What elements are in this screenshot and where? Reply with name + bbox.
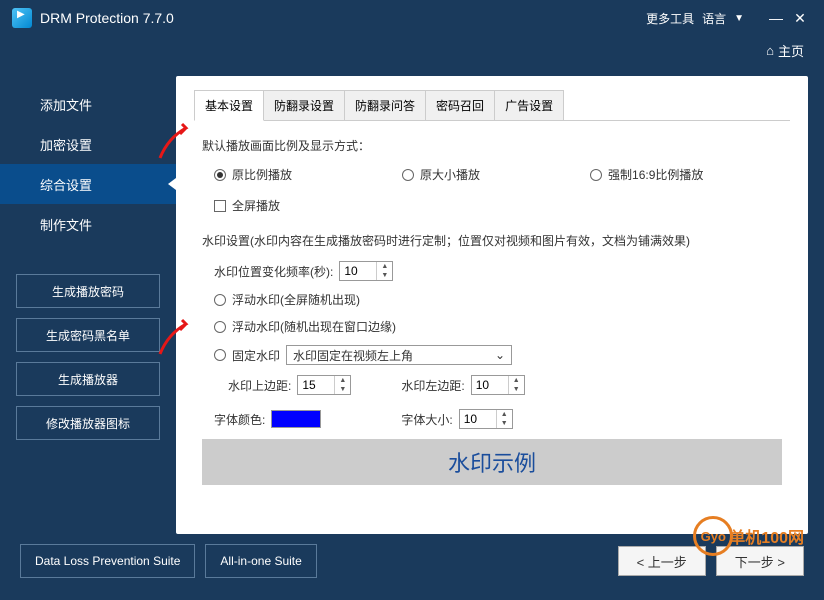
sidebar-item-add-file[interactable]: 添加文件 xyxy=(0,84,176,124)
font-size-spinner[interactable]: ▲▼ xyxy=(459,409,513,429)
titlebar: DRM Protection 7.7.0 更多工具 语言 ▼ — ✕ xyxy=(0,0,824,36)
gen-player-button[interactable]: 生成播放器 xyxy=(16,362,160,396)
home-link[interactable]: 主页 xyxy=(778,41,804,60)
language-link[interactable]: 语言 xyxy=(702,10,726,27)
annotation-arrow-icon xyxy=(158,122,198,160)
home-icon: ⌂ xyxy=(766,43,774,58)
font-size-label: 字体大小: xyxy=(401,411,452,428)
tab-basic[interactable]: 基本设置 xyxy=(194,90,264,121)
sidebar: 添加文件 加密设置 综合设置 制作文件 生成播放密码 生成密码黑名单 生成播放器… xyxy=(0,64,176,534)
site-watermark: Gyo 单机100网 xyxy=(693,516,804,556)
tabs: 基本设置 防翻录设置 防翻录问答 密码召回 广告设置 xyxy=(194,90,790,121)
app-logo-icon xyxy=(12,8,32,28)
sidebar-item-build[interactable]: 制作文件 xyxy=(0,204,176,244)
sidebar-item-encrypt[interactable]: 加密设置 xyxy=(0,124,176,164)
radio-fixed[interactable]: 固定水印 xyxy=(214,347,280,364)
radio-force-169[interactable]: 强制16:9比例播放 xyxy=(590,166,703,183)
dlp-suite-button[interactable]: Data Loss Prevention Suite xyxy=(20,544,195,578)
left-margin-spinner[interactable]: ▲▼ xyxy=(471,375,525,395)
minimize-button[interactable]: — xyxy=(764,10,788,26)
font-color-label: 字体颜色: xyxy=(214,411,265,428)
app-title: DRM Protection 7.7.0 xyxy=(40,10,646,26)
tab-antirecord[interactable]: 防翻录设置 xyxy=(263,90,345,120)
tab-ads[interactable]: 广告设置 xyxy=(494,90,564,120)
radio-float-edge[interactable]: 浮动水印(随机出现在窗口边缘) xyxy=(202,318,782,335)
radio-float-full[interactable]: 浮动水印(全屏随机出现) xyxy=(202,291,782,308)
fixed-position-select[interactable]: 水印固定在视频左上角⌄ xyxy=(286,345,512,365)
aio-suite-button[interactable]: All-in-one Suite xyxy=(205,544,316,578)
gen-password-button[interactable]: 生成播放密码 xyxy=(16,274,160,308)
watermark-preview: 水印示例 xyxy=(202,439,782,485)
top-margin-spinner[interactable]: ▲▼ xyxy=(297,375,351,395)
gen-blacklist-button[interactable]: 生成密码黑名单 xyxy=(16,318,160,352)
close-button[interactable]: ✕ xyxy=(788,10,812,27)
freq-spinner[interactable]: ▲▼ xyxy=(339,261,393,281)
modify-icon-button[interactable]: 修改播放器图标 xyxy=(16,406,160,440)
annotation-arrow-icon xyxy=(158,318,198,356)
checkbox-fullscreen[interactable]: 全屏播放 xyxy=(202,197,782,214)
watermark-label: 水印设置(水印内容在生成播放密码时进行定制；位置仅对视频和图片有效，文档为铺满效… xyxy=(202,232,782,249)
tab-antirecord-qa[interactable]: 防翻录问答 xyxy=(344,90,426,120)
tab-password-recall[interactable]: 密码召回 xyxy=(425,90,495,120)
content-panel: 基本设置 防翻录设置 防翻录问答 密码召回 广告设置 默认播放画面比例及显示方式… xyxy=(176,76,808,534)
left-margin-label: 水印左边距: xyxy=(401,377,464,394)
freq-label: 水印位置变化频率(秒): xyxy=(214,263,333,280)
radio-original-ratio[interactable]: 原比例播放 xyxy=(214,166,292,183)
top-margin-label: 水印上边距: xyxy=(228,377,291,394)
breadcrumb-bar: ⌂ 主页 xyxy=(0,36,824,64)
sidebar-item-general[interactable]: 综合设置 xyxy=(0,164,176,204)
chevron-down-icon: ⌄ xyxy=(495,348,505,362)
font-color-picker[interactable] xyxy=(271,410,321,428)
chevron-down-icon[interactable]: ▼ xyxy=(734,13,744,24)
more-tools-link[interactable]: 更多工具 xyxy=(646,10,694,27)
display-mode-label: 默认播放画面比例及显示方式： xyxy=(202,137,782,154)
radio-original-size[interactable]: 原大小播放 xyxy=(402,166,480,183)
